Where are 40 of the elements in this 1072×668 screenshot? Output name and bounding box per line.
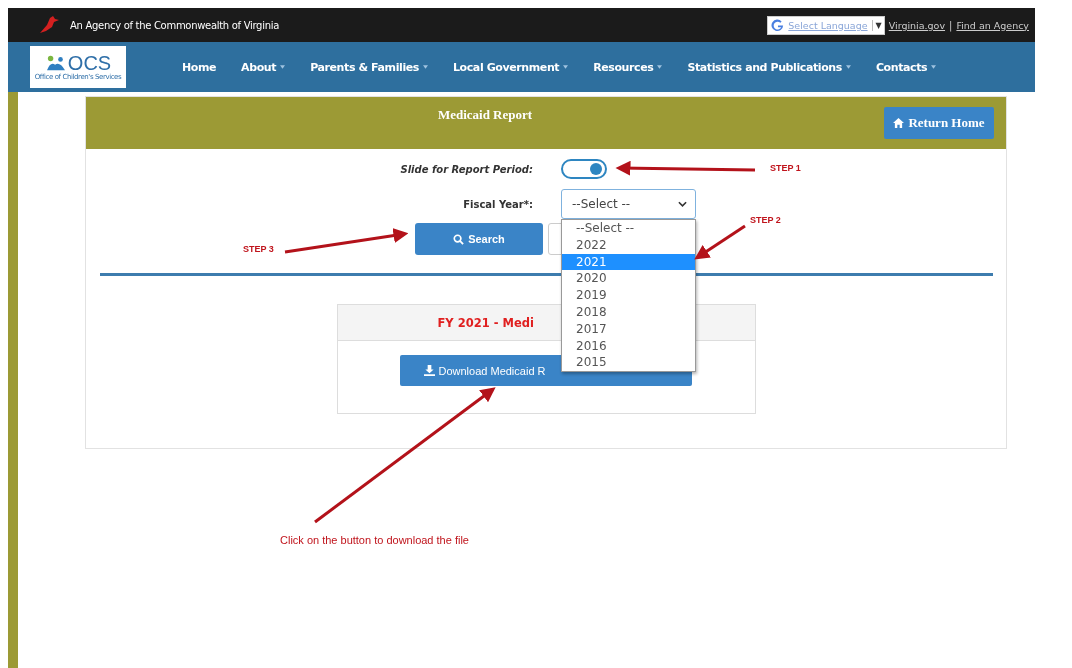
g-logo-icon	[770, 17, 786, 33]
instruction-caption: Click on the button to download the file	[280, 534, 469, 546]
nav-link[interactable]: Contacts	[875, 60, 937, 74]
dropdown-option[interactable]: 2018	[562, 304, 695, 321]
step-label: STEP 3	[243, 244, 274, 254]
search-icon	[453, 233, 465, 245]
dropdown-option[interactable]: 2016	[562, 337, 695, 355]
step-label: STEP 2	[750, 215, 781, 225]
arrow	[694, 224, 746, 260]
language-select[interactable]: Select Language ▼	[767, 15, 885, 35]
nav-link[interactable]: About	[241, 60, 286, 74]
top-link[interactable]: Find an Agency	[956, 19, 1029, 31]
search-button[interactable]: Search	[415, 223, 543, 255]
dropdown-option[interactable]: 2019	[562, 287, 695, 304]
card-title: Medicaid Report	[436, 106, 534, 123]
fiscal-year-select[interactable]: --Select --	[561, 189, 696, 219]
agency-text: An Agency of the Commonwealth of Virginia	[70, 19, 279, 31]
top-link[interactable]: Virginia.gov	[888, 19, 946, 31]
nav-link[interactable]: Local Government	[453, 60, 569, 74]
dropdown-option[interactable]: 2022	[562, 236, 695, 254]
chevron-icon	[678, 201, 687, 207]
field-label: Fiscal Year*:	[462, 198, 533, 210]
step-label: STEP 1	[770, 163, 801, 173]
home-icon	[893, 118, 905, 128]
return-home-button[interactable]: Return Home	[884, 107, 994, 139]
nav-link[interactable]: Statistics and Publications	[687, 60, 851, 74]
dropdown-option[interactable]: 2017	[562, 320, 695, 338]
family-icon	[44, 54, 67, 72]
result-title: FY 2021 - Medi	[437, 315, 534, 330]
field-label: Slide for Report Period:	[399, 163, 533, 175]
bird-icon	[38, 15, 60, 35]
report-period-toggle[interactable]	[561, 159, 607, 179]
nav-link[interactable]: Parents & Families	[310, 60, 428, 74]
link-separator: |	[949, 19, 953, 31]
dropdown-option[interactable]: 2020	[562, 270, 695, 288]
dropdown-option[interactable]: 2015	[562, 354, 695, 372]
dropdown-option[interactable]: --Select --	[562, 220, 695, 237]
download-icon	[423, 365, 435, 376]
nav-link[interactable]: Home	[182, 60, 217, 74]
nav-link[interactable]: Resources	[593, 60, 663, 74]
